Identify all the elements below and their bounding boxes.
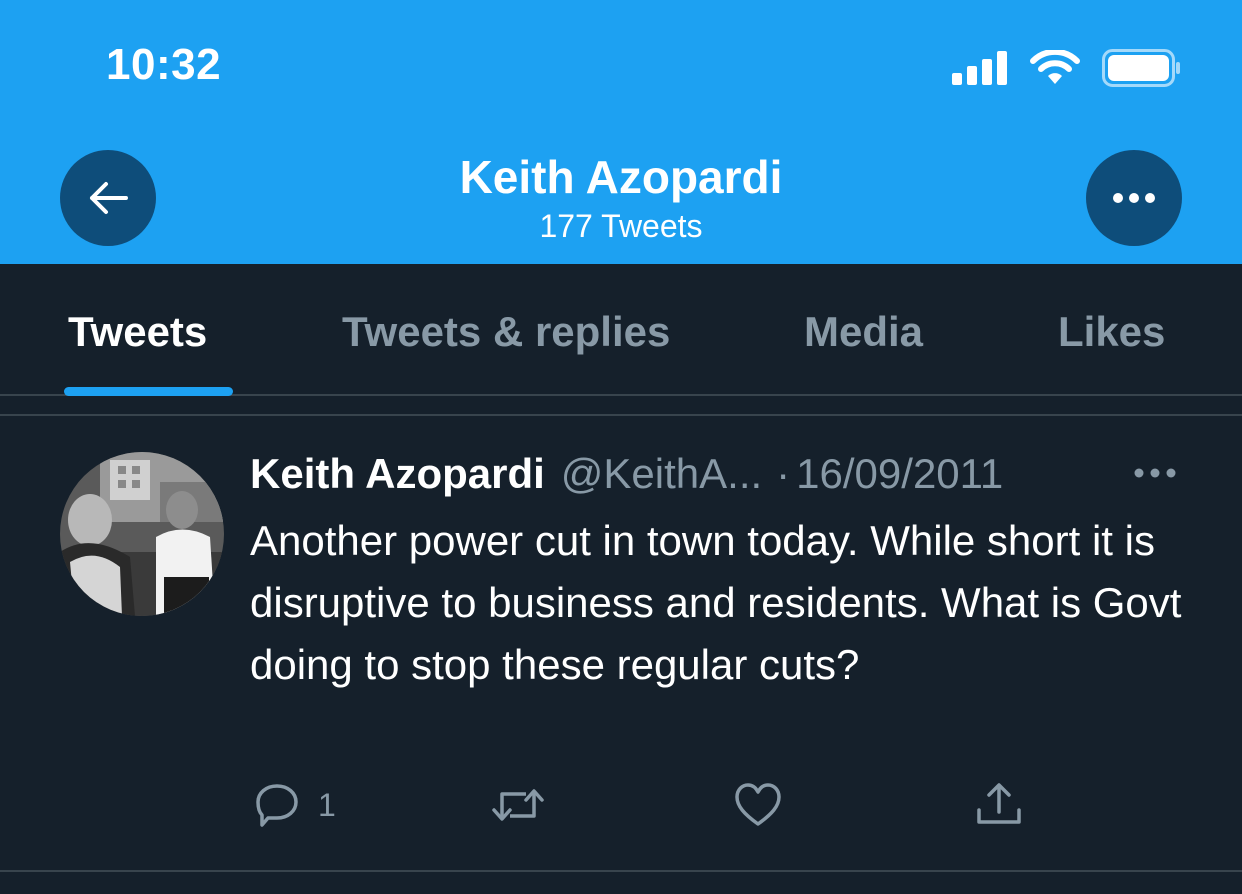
tab-likes[interactable]: Likes [1058, 308, 1165, 356]
status-time: 10:32 [106, 40, 222, 89]
retweet-button[interactable] [490, 782, 546, 828]
header-tweet-count: 177 Tweets [539, 208, 703, 244]
status-icons [952, 46, 1182, 90]
avatar-photo [60, 452, 224, 616]
reply-button[interactable]: 1 [254, 782, 336, 828]
header-title: Keith Azopardi [459, 151, 783, 203]
divider [0, 414, 1242, 416]
profile-header: 10:32 Keith Azopardi 177 Tweets [0, 0, 1242, 264]
divider [0, 870, 1242, 872]
active-tab-indicator [64, 387, 233, 396]
profile-tabs: Tweets Tweets & replies Media Likes [0, 264, 1242, 396]
header-separator: · [776, 450, 791, 497]
tweet-author-handle[interactable]: @KeithA... [561, 450, 762, 498]
tweet-text: Another power cut in town today. While s… [250, 517, 1182, 688]
more-horizontal-icon [1134, 468, 1176, 478]
like-icon [735, 783, 781, 826]
avatar[interactable] [60, 452, 224, 616]
like-button[interactable] [734, 782, 782, 828]
more-horizontal-icon [1113, 193, 1155, 203]
share-button[interactable] [974, 780, 1024, 828]
tab-tweets-replies[interactable]: Tweets & replies [342, 308, 670, 356]
signal-icon [952, 51, 1007, 85]
reply-icon [256, 784, 298, 827]
wifi-icon [1030, 50, 1080, 84]
retweet-icon [492, 789, 544, 821]
tweet-author-name[interactable]: Keith Azopardi [250, 450, 545, 498]
battery-icon [1102, 49, 1180, 87]
tweet-date[interactable]: 16/09/2011 [796, 450, 1003, 498]
tab-media[interactable]: Media [804, 308, 923, 356]
tab-tweets[interactable]: Tweets [68, 308, 207, 356]
reply-count: 1 [318, 786, 336, 823]
share-icon [977, 783, 1021, 824]
more-options-button[interactable] [1086, 150, 1182, 246]
tweet-more-button[interactable] [1130, 458, 1180, 488]
tweet-header: Keith Azopardi @KeithA... · 16/09/2011 [250, 446, 1003, 502]
